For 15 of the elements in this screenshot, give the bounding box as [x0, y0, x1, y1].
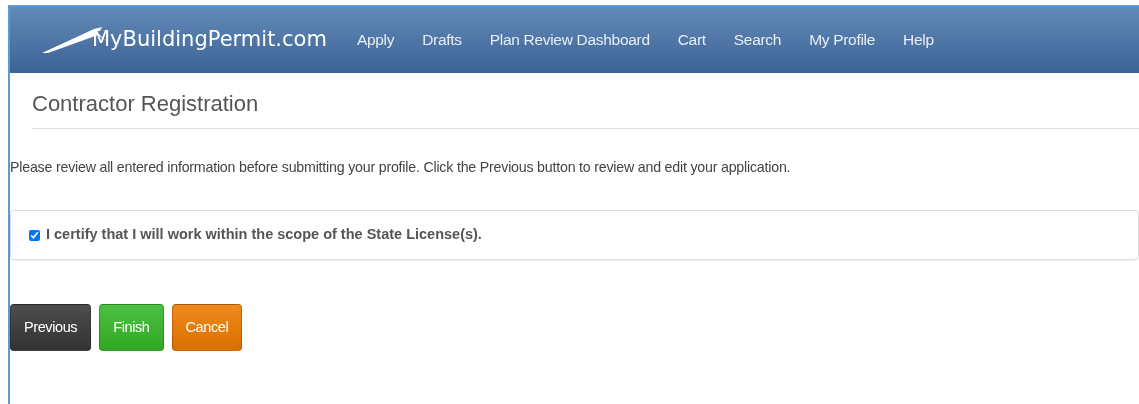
nav-link[interactable]: Plan Review Dashboard [475, 28, 664, 52]
nav-link[interactable]: My Profile [795, 28, 890, 52]
nav-link[interactable]: Apply [342, 28, 409, 52]
nav-link[interactable]: Help [889, 28, 948, 52]
nav-link[interactable]: Cart [663, 28, 720, 52]
page-title: Contractor Registration [32, 87, 1139, 129]
certify-label[interactable]: I certify that I will work within the scope of the State License(s). [46, 224, 482, 247]
nav-link[interactable]: Search [719, 28, 796, 52]
finish-button[interactable]: Finish [99, 304, 164, 352]
certify-checkbox[interactable] [29, 229, 40, 241]
site-logo-text[interactable]: MyBuildingPermit.com [92, 24, 327, 56]
nav-link[interactable]: Drafts [408, 28, 476, 52]
cancel-button[interactable]: Cancel [171, 304, 243, 352]
previous-button[interactable]: Previous [10, 304, 92, 352]
instructions-text: Please review all entered information before submitting your profile. Click the Previous button to review and edit your application. [10, 158, 792, 177]
